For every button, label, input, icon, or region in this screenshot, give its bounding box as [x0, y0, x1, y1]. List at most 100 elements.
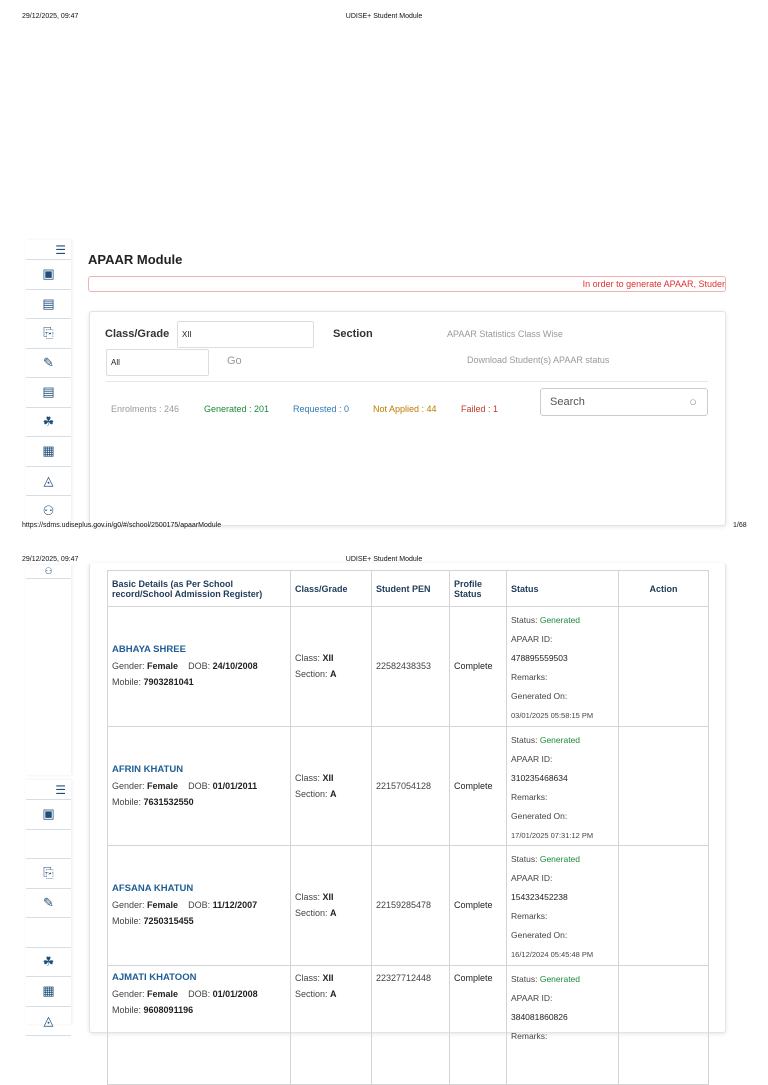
- class-value: XII: [322, 892, 334, 903]
- status-value: Generated: [539, 734, 581, 745]
- stat-failed[interactable]: Failed : 1: [461, 404, 498, 414]
- search-input[interactable]: Search: [550, 396, 585, 408]
- search-box[interactable]: Search ○: [540, 388, 708, 416]
- apaar-id: 154323452238: [511, 892, 568, 902]
- status-label: Status:: [511, 734, 538, 745]
- gender-label: Gender:: [112, 780, 145, 791]
- class-label: Class:: [295, 972, 321, 983]
- stats-link[interactable]: APAAR Statistics Class Wise: [447, 329, 563, 339]
- mobile-label: Mobile:: [112, 677, 142, 688]
- dob-label: DOB:: [188, 988, 211, 999]
- student-form-icon[interactable]: ⎘: [26, 319, 71, 349]
- section-value: A: [330, 669, 337, 680]
- col-basic-details: Basic Details (as Per School record/Scho…: [107, 570, 291, 607]
- report-icon[interactable]: ◬: [26, 1007, 71, 1036]
- status-cell: Status: Generated APAAR ID: 154323452238…: [506, 845, 619, 966]
- action-cell: [618, 725, 709, 846]
- remarks-label: Remarks:: [511, 911, 548, 921]
- section-label: Section:: [295, 988, 328, 999]
- edit-user-icon[interactable]: ✎: [26, 889, 71, 918]
- section-label: Section:: [295, 788, 328, 799]
- stat-requested[interactable]: Requested : 0: [293, 404, 349, 414]
- blank-item[interactable]: [26, 918, 71, 948]
- section-select[interactable]: All: [106, 349, 209, 376]
- status-label: Status:: [511, 615, 538, 625]
- student-name-link[interactable]: AFSANA KHATUN: [112, 881, 286, 897]
- student-name-link[interactable]: AJMATI KHATOON: [112, 970, 286, 986]
- menu-icon[interactable]: ☰: [26, 780, 71, 800]
- status-value: Generated: [539, 615, 581, 625]
- student-name-link[interactable]: ABHAYA SHREE: [112, 642, 286, 658]
- group-icon[interactable]: ☘: [26, 408, 71, 437]
- pen-cell: 22582438353: [371, 606, 450, 727]
- table-icon[interactable]: ▦: [26, 437, 71, 467]
- stat-generated[interactable]: Generated : 201: [204, 404, 269, 414]
- basic-details-cell: ABHAYA SHREE Gender: Female DOB: 24/10/2…: [107, 606, 291, 727]
- generated-on-label: Generated On:: [511, 810, 568, 821]
- mobile-value: 7631532550: [143, 796, 194, 807]
- register-icon[interactable]: ▤: [26, 290, 71, 319]
- generated-on-value: 16/12/2024 05:45:48 PM: [511, 950, 594, 959]
- dob-value: 11/12/2007: [212, 900, 258, 911]
- document-icon[interactable]: ▤: [26, 378, 71, 408]
- class-cell: Class: XII Section: A: [290, 606, 372, 727]
- status-value: Generated: [539, 973, 581, 984]
- page-title: APAAR Module: [88, 252, 183, 267]
- action-cell: [618, 845, 709, 966]
- remarks-label: Remarks:: [511, 672, 548, 682]
- mobile-value: 9608091196: [143, 1004, 194, 1015]
- col-status: Status: [506, 570, 619, 607]
- class-select[interactable]: XII: [177, 321, 314, 348]
- class-label: Class:: [295, 653, 321, 664]
- table-header: Basic Details (as Per School record/Scho…: [107, 570, 709, 607]
- class-label: Class:: [295, 772, 321, 783]
- go-button[interactable]: Go: [227, 355, 242, 367]
- class-value: XII: [322, 772, 334, 783]
- generated-on-label: Generated On:: [511, 930, 568, 940]
- search-icon[interactable]: ○: [689, 394, 697, 409]
- generated-on-label: Generated On:: [511, 691, 568, 701]
- basic-details-cell: AJMATI KHATOON Gender: Female DOB: 01/01…: [107, 964, 291, 1085]
- gender-value: Female: [147, 780, 179, 791]
- report-icon[interactable]: ◬: [26, 467, 71, 496]
- action-cell: [618, 606, 709, 727]
- student-table: Basic Details (as Per School record/Scho…: [107, 570, 709, 1085]
- gender-value: Female: [147, 661, 179, 672]
- users-icon[interactable]: ⚇: [26, 565, 71, 579]
- table-row: ABHAYA SHREE Gender: Female DOB: 24/10/2…: [107, 606, 709, 727]
- filter-card: Class/Grade XII Section APAAR Statistics…: [89, 311, 726, 526]
- status-cell: Status: Generated APAAR ID: 478895559503…: [506, 606, 619, 727]
- generated-on-value: 03/01/2025 05:58:15 PM: [511, 711, 594, 720]
- section-label: Section: [333, 328, 373, 340]
- menu-icon[interactable]: ☰: [26, 240, 71, 260]
- edit-user-icon[interactable]: ✎: [26, 349, 71, 378]
- mobile-label: Mobile:: [112, 796, 142, 807]
- apaar-label: APAAR ID:: [511, 873, 553, 883]
- status-cell: Status: Generated APAAR ID: 384081860826…: [506, 964, 619, 1085]
- mobile-label: Mobile:: [112, 916, 142, 927]
- student-form-icon[interactable]: ⎘: [26, 859, 71, 889]
- gender-label: Gender:: [112, 661, 145, 672]
- pen-cell: 22327712448: [371, 964, 450, 1085]
- group-icon[interactable]: ☘: [26, 948, 71, 977]
- table-icon[interactable]: ▦: [26, 977, 71, 1007]
- student-name-link[interactable]: AFRIN KHATUN: [112, 762, 286, 778]
- download-link[interactable]: Download Student(s) APAAR status: [467, 355, 609, 365]
- class-label: Class/Grade: [105, 328, 170, 340]
- stat-not-applied[interactable]: Not Applied : 44: [373, 404, 437, 414]
- stat-enrolments: Enrolments : 246: [111, 404, 180, 414]
- section-label: Section:: [295, 669, 328, 680]
- sidebar-continued: ⚇: [26, 565, 71, 775]
- section-label: Section:: [295, 908, 328, 919]
- dob-label: DOB:: [188, 780, 211, 791]
- apaar-id: 310235468634: [511, 772, 568, 783]
- dashboard-icon[interactable]: ▣: [26, 260, 71, 290]
- class-label: Class:: [295, 892, 321, 903]
- col-class: Class/Grade: [290, 570, 372, 607]
- profile-status-cell: Complete: [449, 725, 507, 846]
- dashboard-icon[interactable]: ▣: [26, 800, 71, 830]
- table-row: AFRIN KHATUN Gender: Female DOB: 01/01/2…: [107, 725, 709, 846]
- section-value: A: [330, 788, 337, 799]
- blank-item[interactable]: [26, 830, 71, 859]
- col-profile-status: Profile Status: [449, 570, 507, 607]
